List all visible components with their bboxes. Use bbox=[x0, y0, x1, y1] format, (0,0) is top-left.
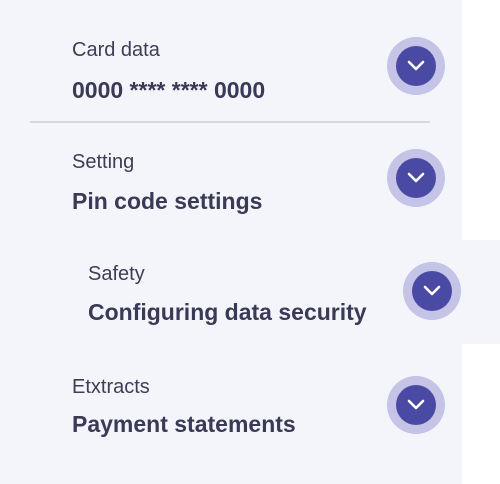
extracts-expand-button[interactable] bbox=[387, 376, 445, 434]
card-data-expand-button[interactable] bbox=[387, 37, 445, 95]
card-data-item[interactable]: Card data 0000 **** **** 0000 bbox=[0, 0, 462, 120]
card-data-label: Card data bbox=[72, 39, 160, 61]
safety-label: Safety bbox=[88, 263, 145, 285]
safety-expand-button[interactable] bbox=[403, 262, 461, 320]
chevron-down-icon bbox=[407, 172, 425, 183]
data-security-value: Configuring data security bbox=[88, 299, 367, 325]
safety-item[interactable]: Safety Configuring data security bbox=[0, 240, 500, 344]
extracts-item[interactable]: Etxtracts Payment statements bbox=[0, 352, 462, 462]
extracts-label: Etxtracts bbox=[72, 376, 150, 398]
setting-expand-button[interactable] bbox=[387, 149, 445, 207]
pin-code-settings-value: Pin code settings bbox=[72, 188, 263, 214]
chevron-down-icon bbox=[407, 399, 425, 410]
chevron-down-icon bbox=[423, 285, 441, 296]
card-number-value: 0000 **** **** 0000 bbox=[72, 77, 266, 103]
setting-item[interactable]: Setting Pin code settings bbox=[0, 123, 462, 233]
chevron-down-icon bbox=[407, 60, 425, 71]
setting-label: Setting bbox=[72, 151, 135, 173]
payment-statements-value: Payment statements bbox=[72, 411, 296, 437]
